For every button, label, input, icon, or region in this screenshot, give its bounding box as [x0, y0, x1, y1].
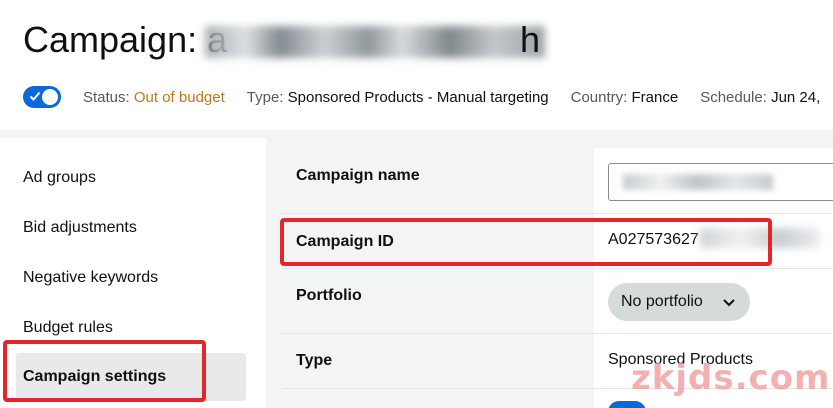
- schedule-label: Schedule:: [700, 88, 767, 106]
- campaign-header: Campaign: a h Status: Out of budget Type…: [0, 0, 833, 130]
- partial-toggle[interactable]: [608, 401, 646, 408]
- campaign-name-label: Campaign name: [296, 167, 420, 184]
- schedule-meta: Schedule: Jun 24,: [700, 89, 820, 106]
- sidebar-item-campaign-settings[interactable]: Campaign settings: [16, 353, 246, 401]
- page-title: Campaign: a: [23, 18, 227, 62]
- sidebar-item-ad-groups[interactable]: Ad groups: [16, 158, 246, 198]
- type-value: Sponsored Products - Manual targeting: [287, 88, 549, 106]
- sidebar-item-label: Campaign settings: [23, 368, 167, 385]
- row-divider: [282, 333, 833, 334]
- status-meta: Status: Out of budget: [83, 89, 225, 106]
- portfolio-value: No portfolio: [621, 293, 703, 310]
- type-row-label: Type: [296, 352, 333, 369]
- schedule-value: Jun 24,: [771, 88, 821, 106]
- status-value: Out of budget: [133, 88, 225, 106]
- chevron-down-icon: [723, 299, 735, 307]
- sidebar-item-bid-adjustments[interactable]: Bid adjustments: [16, 208, 246, 248]
- watermark-text: zkjds.com: [631, 358, 831, 398]
- status-row: Status: Out of budget Type: Sponsored Pr…: [23, 86, 833, 108]
- sidebar-item-label: Bid adjustments: [23, 219, 137, 236]
- campaign-id-value: A027573627: [608, 231, 699, 248]
- sidebar-item-label: Negative keywords: [23, 269, 159, 286]
- campaign-id-label: Campaign ID: [296, 233, 394, 250]
- page-title-prefix: Campaign: a: [23, 19, 228, 60]
- sidebar-item-label: Budget rules: [23, 319, 113, 336]
- campaign-enabled-toggle[interactable]: [23, 86, 61, 108]
- portfolio-dropdown[interactable]: No portfolio: [608, 283, 750, 321]
- campaign-name-input[interactable]: [608, 163, 833, 201]
- header-divider: [0, 130, 833, 138]
- type-label: Type:: [246, 88, 284, 106]
- sidebar-nav: Ad groups Bid adjustments Negative keywo…: [0, 138, 266, 408]
- redacted-name-blur: [623, 174, 773, 190]
- redacted-title-blur: [205, 26, 545, 58]
- redacted-id-blur: [700, 228, 820, 248]
- row-divider: [282, 268, 833, 269]
- sidebar-item-budget-rules[interactable]: Budget rules: [16, 308, 246, 348]
- country-label: Country:: [570, 88, 628, 106]
- sidebar-item-negative-keywords[interactable]: Negative keywords: [16, 258, 246, 298]
- check-icon: [29, 91, 41, 101]
- row-divider: [282, 213, 833, 214]
- toggle-knob: [42, 89, 58, 105]
- country-value: France: [631, 88, 679, 106]
- page-title-tail: h: [520, 19, 541, 60]
- country-meta: Country: France: [571, 89, 679, 106]
- portfolio-label: Portfolio: [296, 287, 362, 304]
- type-meta: Type: Sponsored Products - Manual target…: [247, 89, 549, 106]
- status-label: Status:: [83, 88, 130, 106]
- sidebar-item-label: Ad groups: [23, 169, 96, 186]
